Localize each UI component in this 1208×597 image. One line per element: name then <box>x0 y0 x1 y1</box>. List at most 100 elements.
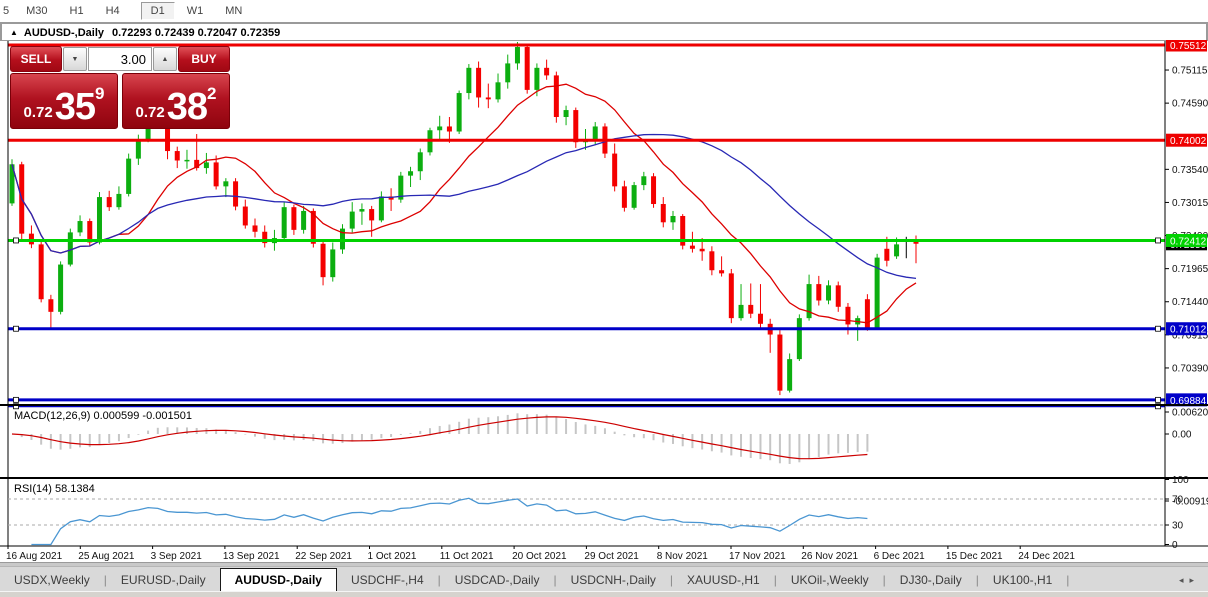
timeframe-button-mn[interactable]: MN <box>215 2 252 20</box>
candle-body <box>515 47 520 63</box>
line-selection-handle[interactable] <box>14 326 19 331</box>
candle-body <box>787 359 792 391</box>
bid-big-digits: 35 <box>55 90 95 124</box>
price-tick-label: 0.73015 <box>1172 198 1208 209</box>
candle-body <box>58 265 63 312</box>
date-tick-label: 15 Dec 2021 <box>946 551 1003 562</box>
date-tick-label: 22 Sep 2021 <box>295 551 352 562</box>
candle-body <box>739 305 744 318</box>
volume-decrease-button[interactable]: ▼ <box>63 47 87 71</box>
chart-title-symbol: AUDUSD-,Daily <box>24 27 104 39</box>
candle-body <box>359 209 364 212</box>
candle-body <box>204 162 209 168</box>
candle-body <box>418 152 423 171</box>
candle-body <box>544 68 549 76</box>
price-tick-label: 0.75115 <box>1172 66 1208 77</box>
candle-body <box>107 197 112 207</box>
candle-body <box>554 75 559 117</box>
symbol-tab-usdcnh-daily[interactable]: USDCNH-,Daily <box>557 570 670 591</box>
timeframe-button-5[interactable]: 5 <box>1 2 14 20</box>
line-selection-handle[interactable] <box>1156 397 1161 402</box>
candle-body <box>476 68 481 98</box>
candle-body <box>253 225 258 231</box>
volume-increase-button[interactable]: ▲ <box>153 47 177 71</box>
tab-scroll-arrows[interactable]: ◂▸ <box>1179 575 1208 586</box>
candle-body <box>845 307 850 325</box>
line-selection-handle[interactable] <box>1156 326 1161 331</box>
candle-body <box>243 207 248 226</box>
date-tick-label: 17 Nov 2021 <box>729 551 786 562</box>
candle-body <box>573 110 578 142</box>
volume-input[interactable] <box>88 47 152 71</box>
candle-body <box>126 159 131 194</box>
date-tick-label: 16 Aug 2021 <box>6 551 63 562</box>
rsi-axis-label: 70 <box>1172 495 1184 506</box>
candle-body <box>709 251 714 270</box>
candle-body <box>690 246 695 249</box>
bid-price-panel[interactable]: 0.72 35 9 <box>10 73 118 129</box>
candle-body <box>321 244 326 277</box>
macd-axis-label: 0.00 <box>1172 430 1192 441</box>
date-tick-label: 1 Oct 2021 <box>368 551 417 562</box>
line-selection-handle[interactable] <box>14 397 19 402</box>
date-tick-label: 13 Sep 2021 <box>223 551 280 562</box>
ask-price-panel[interactable]: 0.72 38 2 <box>122 73 230 129</box>
date-tick-label: 11 Oct 2021 <box>440 551 494 562</box>
line-selection-handle[interactable] <box>1156 238 1161 243</box>
status-bar <box>0 591 1208 597</box>
candle-body <box>777 335 782 391</box>
rsi-axis-label: 0 <box>1172 540 1178 551</box>
symbol-tab-usdx-weekly[interactable]: USDX,Weekly <box>0 570 104 591</box>
timeframe-button-w1[interactable]: W1 <box>177 2 214 20</box>
bid-prefix: 0.72 <box>24 102 53 124</box>
collapse-arrow-icon[interactable]: ▲ <box>10 28 18 37</box>
candle-body <box>466 68 471 93</box>
symbol-tab-audusd-daily[interactable]: AUDUSD-,Daily <box>220 568 337 591</box>
symbol-tab-usdchf-h4[interactable]: USDCHF-,H4 <box>337 570 438 591</box>
candle-body <box>816 284 821 300</box>
price-tick-label: 0.70390 <box>1172 363 1208 374</box>
date-tick-label: 8 Nov 2021 <box>657 551 709 562</box>
symbol-tab-dj30-daily[interactable]: DJ30-,Daily <box>886 570 976 591</box>
candle-body <box>116 194 121 207</box>
rsi-label: RSI(14) 58.1384 <box>14 483 95 495</box>
candle-body <box>894 244 899 256</box>
date-tick-label: 6 Dec 2021 <box>874 551 926 562</box>
buy-button[interactable]: BUY <box>178 46 230 72</box>
timeframe-button-d1[interactable]: D1 <box>141 2 175 20</box>
candle-body <box>457 93 462 131</box>
timeframe-toolbar: 5M30H1H4 D1W1MN <box>0 0 1208 21</box>
candle-body <box>661 204 666 222</box>
macd-axis-label: 0.006201 <box>1172 408 1208 419</box>
candle-body <box>641 176 646 185</box>
symbol-tab-uk100-h1[interactable]: UK100-,H1 <box>979 570 1066 591</box>
symbol-tab-usdcad-daily[interactable]: USDCAD-,Daily <box>441 570 554 591</box>
sell-button[interactable]: SELL <box>10 46 62 72</box>
candle-body <box>486 97 491 99</box>
candle-body <box>729 273 734 318</box>
app-window: 5M30H1H4D1W1MN ▲ AUDUSD-,Daily 0.72293 0… <box>0 0 1208 597</box>
timeframe-button-h4[interactable]: H4 <box>96 2 130 20</box>
date-tick-label: 3 Sep 2021 <box>151 551 203 562</box>
price-tick-label: 0.74590 <box>1172 99 1208 110</box>
candle-body <box>505 63 510 82</box>
candle-body <box>233 181 238 206</box>
symbol-tab-ukoil-weekly[interactable]: UKOil-,Weekly <box>777 570 883 591</box>
candle-body <box>651 176 656 204</box>
date-tick-label: 20 Oct 2021 <box>512 551 567 562</box>
line-selection-handle[interactable] <box>14 238 19 243</box>
symbol-tab-eurusd-daily[interactable]: EURUSD-,Daily <box>107 570 220 591</box>
timeframe-button-h1[interactable]: H1 <box>60 2 94 20</box>
candle-body <box>68 232 73 264</box>
symbol-tab-xauusd-h1[interactable]: XAUUSD-,H1 <box>673 570 774 591</box>
timeframe-button-m30[interactable]: M30 <box>16 2 57 20</box>
candle-body <box>214 162 219 186</box>
candle-body <box>136 140 141 159</box>
candle-body <box>39 244 44 299</box>
price-tick-label: 0.71965 <box>1172 264 1208 275</box>
tab-separator: | <box>1066 570 1069 591</box>
toolbar-separator <box>135 3 136 18</box>
candle-body <box>534 68 539 90</box>
date-tick-label: 25 Aug 2021 <box>78 551 135 562</box>
one-click-trade-widget: SELL ▼ ▲ BUY 0.72 35 9 0.72 38 2 <box>10 46 232 129</box>
